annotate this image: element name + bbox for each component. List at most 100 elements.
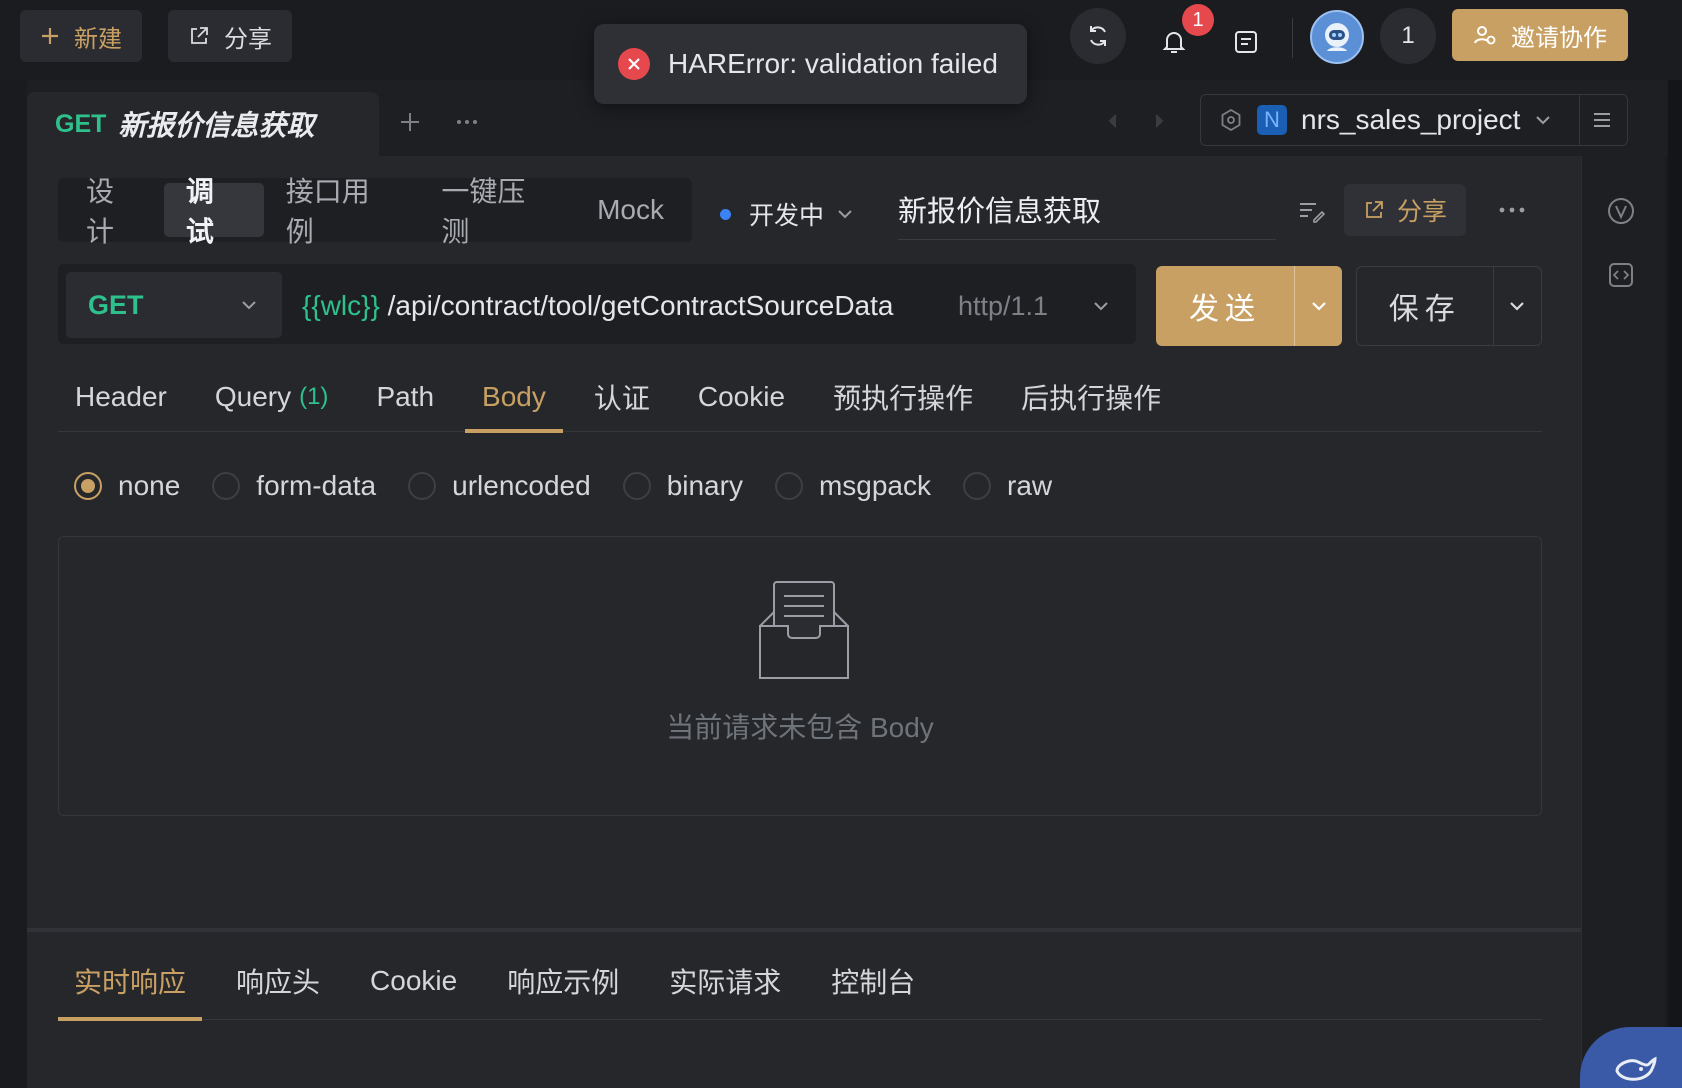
project-badge: N	[1257, 105, 1287, 135]
radio-circle	[774, 472, 803, 500]
tab-cookie[interactable]: Cookie	[681, 362, 802, 432]
error-toast: HARError: validation failed	[594, 24, 1027, 104]
astronaut-icon	[1318, 18, 1356, 56]
bell-icon	[1160, 28, 1188, 56]
radio-binary[interactable]: binary	[622, 470, 743, 502]
tab-post-script[interactable]: 后执行操作	[1004, 362, 1178, 432]
request-tabs: Header Query (1) Path Body 认证 Cookie 预执行操…	[58, 362, 1542, 433]
tab-path[interactable]: Path	[359, 362, 451, 432]
tab-design[interactable]: 设计	[64, 176, 164, 247]
share-top-label: 分享	[224, 25, 272, 53]
radio-msgpack[interactable]: msgpack	[774, 470, 931, 502]
save-button[interactable]: 保存	[1357, 267, 1494, 345]
toast-message: HARError: validation failed	[668, 48, 998, 79]
radio-urlencoded[interactable]: urlencoded	[408, 470, 591, 502]
radio-none[interactable]: none	[74, 470, 180, 502]
share-top-button[interactable]: 分享	[168, 10, 292, 62]
status-selector[interactable]: 开发中	[720, 196, 854, 232]
chevron-right-icon	[1150, 110, 1168, 132]
tab-response-examples[interactable]: 响应示例	[491, 942, 635, 1020]
chevron-down-icon	[1092, 300, 1110, 312]
radio-label: msgpack	[818, 470, 931, 501]
tab-mock[interactable]: Mock	[575, 183, 686, 237]
tab-cookie-label: Cookie	[697, 381, 786, 412]
send-dropdown[interactable]	[1294, 266, 1342, 346]
tab-path-label: Path	[376, 381, 435, 412]
radio-label: binary	[666, 470, 743, 501]
radio-label: raw	[1007, 470, 1053, 501]
chevron-left-icon	[1104, 110, 1122, 132]
tab-body-label: Body	[482, 381, 546, 412]
url-input[interactable]: {{wlc}} /api/contract/tool/getContractSo…	[302, 282, 918, 330]
error-icon	[618, 48, 650, 80]
sync-icon	[1085, 23, 1111, 49]
version-button[interactable]	[1606, 196, 1636, 231]
invite-button[interactable]: 邀请协作	[1452, 9, 1628, 61]
tab-load-test[interactable]: 一键压测	[419, 176, 575, 247]
radio-label: urlencoded	[452, 470, 591, 501]
project-selector[interactable]: N nrs_sales_project	[1200, 94, 1628, 146]
status-dot	[720, 208, 731, 220]
save-dropdown[interactable]	[1494, 267, 1541, 345]
radio-raw[interactable]: raw	[963, 470, 1052, 502]
tab-auth[interactable]: 认证	[577, 362, 667, 432]
radio-form-data[interactable]: form-data	[212, 470, 376, 502]
more-button[interactable]	[1498, 198, 1526, 227]
project-name: nrs_sales_project	[1301, 104, 1521, 135]
radio-circle	[963, 472, 991, 500]
radio-circle	[408, 472, 437, 500]
notification-badge: 1	[1182, 4, 1214, 36]
tab-response-cookie[interactable]: Cookie	[354, 942, 473, 1020]
panel-resize-divider[interactable]	[27, 928, 1581, 932]
tab-request[interactable]: GET 新报价信息获取	[27, 92, 379, 156]
share-label: 分享	[1396, 198, 1447, 226]
edit-description-button[interactable]	[1298, 198, 1326, 229]
whale-icon	[1613, 1051, 1657, 1087]
sync-button[interactable]	[1070, 8, 1126, 64]
empty-inbox-icon	[758, 578, 850, 682]
main-menu-button[interactable]	[1590, 108, 1614, 137]
tab-scroll-right[interactable]	[1150, 110, 1168, 137]
user-count[interactable]: 1	[1380, 8, 1436, 64]
document-icon	[1233, 29, 1259, 55]
method-value: GET	[88, 289, 144, 320]
share-icon	[188, 25, 210, 47]
send-button-group: 发送	[1156, 266, 1342, 346]
body-type-group: none form-data urlencoded binary msgpack…	[74, 470, 1084, 502]
tab-response-headers[interactable]: 响应头	[220, 942, 336, 1020]
tab-scroll-left[interactable]	[1104, 110, 1122, 137]
tab-debug[interactable]: 调试	[163, 176, 264, 247]
topbar-separator	[1292, 18, 1293, 58]
radio-label: form-data	[256, 470, 377, 501]
tab-test-cases[interactable]: 接口用例	[264, 176, 420, 247]
tab-pre-script[interactable]: 预执行操作	[816, 362, 990, 432]
save-button-group: 保存	[1356, 266, 1542, 346]
tab-body[interactable]: Body	[465, 362, 563, 433]
tab-header[interactable]: Header	[58, 362, 184, 432]
add-tab-button[interactable]	[398, 110, 422, 139]
hamburger-icon	[1590, 108, 1614, 132]
chevron-down-icon	[1534, 114, 1552, 126]
tab-live-response[interactable]: 实时响应	[58, 942, 203, 1021]
notes-button[interactable]	[1220, 16, 1272, 68]
url-path: /api/contract/tool/getContractSourceData	[379, 290, 894, 321]
radio-circle	[622, 472, 651, 500]
share-button[interactable]: 分享	[1344, 184, 1466, 236]
tab-more-button[interactable]	[455, 110, 479, 139]
tab-actual-request[interactable]: 实际请求	[653, 942, 797, 1020]
tab-query[interactable]: Query (1)	[198, 362, 346, 432]
more-icon	[1498, 198, 1526, 222]
project-separator	[1579, 95, 1580, 145]
send-button[interactable]: 发送	[1156, 266, 1294, 346]
tab-console[interactable]: 控制台	[815, 942, 931, 1020]
version-icon	[1606, 196, 1636, 226]
window-edge	[1668, 80, 1682, 1088]
chevron-down-icon	[1508, 300, 1526, 312]
new-button[interactable]: 新建	[20, 10, 142, 62]
code-button[interactable]	[1608, 262, 1634, 293]
method-select[interactable]: GET	[66, 272, 282, 338]
api-name-input[interactable]: 新报价信息获取	[898, 178, 1276, 240]
avatar[interactable]	[1310, 10, 1364, 64]
chevron-down-icon	[836, 208, 854, 220]
protocol-select[interactable]: http/1.1	[958, 282, 1110, 330]
